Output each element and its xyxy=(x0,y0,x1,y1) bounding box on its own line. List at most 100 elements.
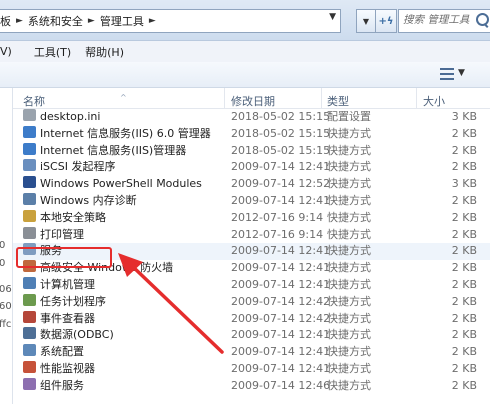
file-date: 2009-07-14 12:41 xyxy=(231,160,331,174)
file-row[interactable]: 组件服务 2009-07-14 12:46 快捷方式 2 KB xyxy=(13,377,490,395)
file-size: 2 KB xyxy=(451,294,477,308)
file-row[interactable]: iSCSI 发起程序 2009-07-14 12:41 快捷方式 2 KB xyxy=(13,159,490,176)
file-name: 打印管理 xyxy=(40,227,84,241)
breadcrumb-separator-icon[interactable]: ► xyxy=(149,16,156,26)
menu-view[interactable]: V) xyxy=(0,45,12,58)
file-row[interactable]: 服务 2009-07-14 12:41 快捷方式 2 KB xyxy=(13,243,490,261)
file-row[interactable]: Windows PowerShell Modules 2009-07-14 12:… xyxy=(13,176,490,193)
column-header-date[interactable]: 修改日期 xyxy=(231,93,275,109)
file-size: 2 KB xyxy=(451,261,477,275)
shortcut-file-icon xyxy=(23,176,36,189)
file-name: 本地安全策略 xyxy=(40,210,106,224)
shortcut-file-icon xyxy=(23,142,36,155)
file-size: 3 KB xyxy=(451,177,477,191)
search-icon[interactable] xyxy=(476,13,489,26)
file-date: 2009-07-14 12:41 xyxy=(231,277,331,291)
file-row[interactable]: 高级安全 Windows 防火墙 2009-07-14 12:41 快捷方式 2 KB xyxy=(13,260,490,277)
menu-help[interactable]: 帮助(H) xyxy=(85,44,124,60)
file-row[interactable]: desktop.ini 2018-05-02 15:15 配置设置 3 KB xyxy=(13,109,490,126)
file-row[interactable]: 打印管理 2012-07-16 9:14 快捷方式 2 KB xyxy=(13,226,490,244)
menu-bar: V) 工具(T) 帮助(H) xyxy=(0,41,490,63)
file-name: 数据源(ODBC) xyxy=(40,328,114,342)
navigation-pane[interactable]: 0 0 06 60 ffc xyxy=(0,88,13,404)
shortcut-file-icon xyxy=(23,159,36,172)
address-dropdown-icon[interactable]: ▼ xyxy=(329,12,336,22)
shortcut-file-icon xyxy=(23,327,36,340)
file-size: 2 KB xyxy=(451,361,477,375)
shortcut-file-icon xyxy=(23,192,36,205)
shortcut-file-icon xyxy=(23,226,36,239)
file-row[interactable]: Internet 信息服务(IIS)管理器 2018-05-02 15:15 快捷方… xyxy=(13,142,490,160)
file-type: 快捷方式 xyxy=(327,193,371,207)
file-type: 快捷方式 xyxy=(327,244,371,258)
file-row[interactable]: 计算机管理 2009-07-14 12:41 快捷方式 2 KB xyxy=(13,276,490,294)
breadcrumb-separator-icon[interactable]: ► xyxy=(16,16,23,26)
nav-fragment: 0 xyxy=(0,258,6,269)
breadcrumb-item[interactable]: 系统和安全 xyxy=(28,13,83,29)
menu-tools[interactable]: 工具(T) xyxy=(34,44,71,60)
column-header-type[interactable]: 类型 xyxy=(327,93,349,109)
file-type: 快捷方式 xyxy=(327,227,371,241)
file-size: 2 KB xyxy=(451,193,477,207)
file-size: 2 KB xyxy=(451,143,477,157)
file-row[interactable]: 性能监视器 2009-07-14 12:41 快捷方式 2 KB xyxy=(13,360,490,378)
file-date: 2018-05-02 15:15 xyxy=(231,126,331,140)
file-date: 2009-07-14 12:41 xyxy=(231,193,331,207)
file-type: 快捷方式 xyxy=(327,311,371,325)
file-name: 系统配置 xyxy=(40,345,84,359)
search-box[interactable] xyxy=(398,9,490,33)
file-size: 2 KB xyxy=(451,311,477,325)
shortcut-file-icon xyxy=(23,293,36,306)
file-size: 2 KB xyxy=(451,345,477,359)
file-type: 快捷方式 xyxy=(327,294,371,308)
file-row[interactable]: 数据源(ODBC) 2009-07-14 12:41 快捷方式 2 KB xyxy=(13,327,490,344)
file-name: 任务计划程序 xyxy=(40,294,106,308)
file-type: 配置设置 xyxy=(327,110,371,123)
file-name: desktop.ini xyxy=(40,110,101,123)
shortcut-file-icon xyxy=(23,243,36,256)
breadcrumb-item[interactable]: 板 xyxy=(0,13,11,29)
file-type: 快捷方式 xyxy=(327,277,371,291)
column-header-size[interactable]: 大小 xyxy=(423,93,445,109)
file-date: 2009-07-14 12:42 xyxy=(231,294,331,308)
file-type: 快捷方式 xyxy=(327,210,371,224)
file-type: 快捷方式 xyxy=(327,378,371,392)
file-name: 性能监视器 xyxy=(40,361,95,375)
shortcut-file-icon xyxy=(23,125,36,138)
file-type: 快捷方式 xyxy=(327,345,371,359)
file-row[interactable]: 任务计划程序 2009-07-14 12:42 快捷方式 2 KB xyxy=(13,293,490,311)
file-row[interactable]: 系统配置 2009-07-14 12:41 快捷方式 2 KB xyxy=(13,344,490,361)
sort-ascending-icon: ^ xyxy=(120,93,127,102)
file-date: 2012-07-16 9:14 xyxy=(231,227,324,241)
shortcut-file-icon xyxy=(23,209,36,222)
nav-fragment: ffc xyxy=(0,319,12,330)
file-size: 2 KB xyxy=(451,227,477,241)
breadcrumb-separator-icon[interactable]: ► xyxy=(88,16,95,26)
file-size: 2 KB xyxy=(451,328,477,342)
file-row[interactable]: 本地安全策略 2012-07-16 9:14 快捷方式 2 KB xyxy=(13,209,490,227)
breadcrumb[interactable]: 板 ► 系统和安全 ► 管理工具 ► ▼ xyxy=(0,9,341,33)
file-list[interactable]: ^ 名称 修改日期 类型 大小 desktop.ini 2018-05-02 15… xyxy=(13,88,490,404)
column-header-name[interactable]: 名称 xyxy=(23,93,45,109)
breadcrumb-item[interactable]: 管理工具 xyxy=(100,13,144,29)
file-size: 2 KB xyxy=(451,160,477,174)
file-type: 快捷方式 xyxy=(327,177,371,191)
file-row[interactable]: 事件查看器 2009-07-14 12:42 快捷方式 2 KB xyxy=(13,310,490,328)
chevron-down-icon[interactable]: ▼ xyxy=(458,68,465,78)
view-options-icon[interactable] xyxy=(440,68,454,80)
file-row[interactable]: Internet 信息服务(IIS) 6.0 管理器 2018-05-02 15:… xyxy=(13,125,490,143)
file-date: 2009-07-14 12:41 xyxy=(231,328,331,342)
file-name: 服务 xyxy=(40,244,62,258)
column-header-row: ^ 名称 修改日期 类型 大小 xyxy=(13,88,490,109)
file-name: Windows PowerShell Modules xyxy=(40,177,202,191)
refresh-button[interactable]: +ϟ xyxy=(375,9,397,33)
shortcut-file-icon xyxy=(23,360,36,373)
history-dropdown-button[interactable]: ▼ xyxy=(356,9,376,33)
file-date: 2018-05-02 15:15 xyxy=(231,143,331,157)
refresh-icon: +ϟ xyxy=(378,15,394,27)
chevron-down-icon: ▼ xyxy=(362,16,370,26)
file-date: 2009-07-14 12:41 xyxy=(231,244,331,258)
file-row[interactable]: Windows 内存诊断 2009-07-14 12:41 快捷方式 2 KB xyxy=(13,192,490,210)
file-name: 事件查看器 xyxy=(40,311,95,325)
file-date: 2009-07-14 12:41 xyxy=(231,361,331,375)
